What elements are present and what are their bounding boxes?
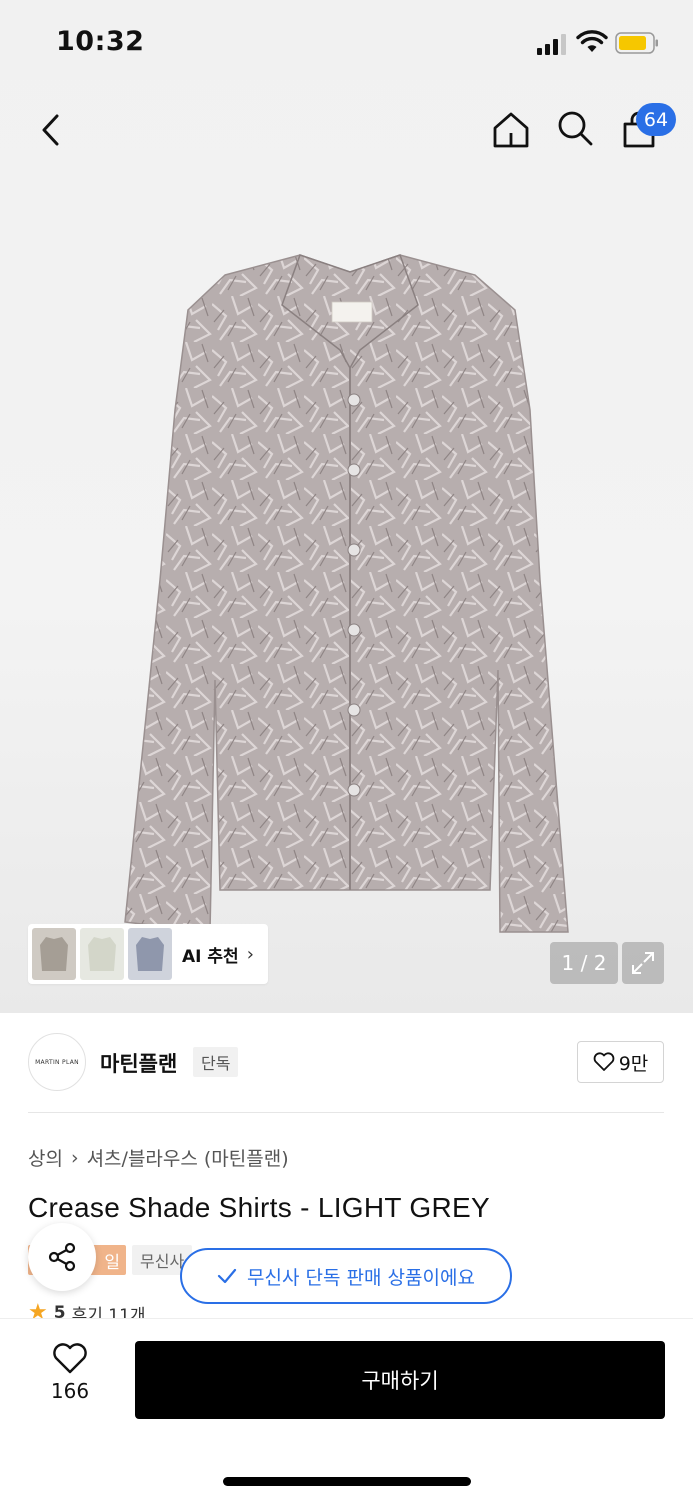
heart-icon bbox=[53, 1343, 87, 1374]
expand-button[interactable] bbox=[622, 942, 664, 984]
image-page-counter: 1 / 2 bbox=[550, 942, 618, 984]
chevron-left-icon bbox=[42, 114, 59, 146]
shirt-thumbnail-icon bbox=[136, 937, 164, 971]
search-button[interactable] bbox=[550, 103, 600, 153]
brand-logo-text: MARTIN PLAN bbox=[35, 1058, 79, 1066]
exclusive-tag: 단독 bbox=[193, 1047, 239, 1077]
shirt-thumbnail-icon bbox=[40, 937, 68, 971]
signal-icon bbox=[537, 34, 566, 55]
wifi-icon bbox=[576, 30, 608, 52]
brand-row: MARTIN PLAN 마틴플랜 단독 9만 bbox=[28, 1033, 664, 1091]
bottom-action-bar: 166 구매하기 bbox=[0, 1318, 693, 1500]
recommend-thumbnail[interactable] bbox=[32, 928, 76, 980]
cart-count-badge: 64 bbox=[636, 103, 676, 136]
brand-like-count: 9만 bbox=[618, 1052, 649, 1075]
brand-like-button[interactable]: 9만 bbox=[577, 1041, 664, 1083]
wishlist-button[interactable]: 166 bbox=[30, 1343, 110, 1413]
chevron-right-icon: › bbox=[70, 1146, 79, 1169]
product-hero: 10:32 64 AI 추천 › 1 / 2 bbox=[0, 0, 693, 1013]
shirt-thumbnail-icon bbox=[88, 937, 116, 971]
exclusive-toast: 무신사 단독 판매 상품이에요 bbox=[180, 1248, 512, 1304]
home-indicator bbox=[223, 1477, 471, 1486]
recommend-thumbnail[interactable] bbox=[128, 928, 172, 980]
check-icon bbox=[217, 1268, 237, 1284]
breadcrumb: 상의 › 셔츠/블라우스 (마틴플랜) bbox=[28, 1144, 289, 1171]
share-button[interactable] bbox=[28, 1223, 96, 1291]
brand-logo[interactable]: MARTIN PLAN bbox=[28, 1033, 86, 1091]
chevron-right-icon: › bbox=[246, 943, 254, 965]
product-image[interactable] bbox=[120, 250, 580, 940]
wishlist-count: 166 bbox=[50, 1379, 90, 1403]
brand-name[interactable]: 마틴플랜 bbox=[100, 1048, 177, 1078]
ai-recommend-label: AI 추천 bbox=[182, 946, 239, 967]
share-icon bbox=[48, 1242, 76, 1272]
recommend-thumbnail[interactable] bbox=[80, 928, 124, 980]
back-button[interactable] bbox=[26, 105, 76, 155]
heart-icon bbox=[593, 1052, 615, 1071]
home-button[interactable] bbox=[486, 105, 536, 155]
product-title: Crease Shade Shirts - LIGHT GREY bbox=[28, 1192, 490, 1223]
status-time: 10:32 bbox=[56, 26, 145, 57]
buy-button[interactable]: 구매하기 bbox=[135, 1341, 665, 1419]
battery-icon bbox=[615, 32, 658, 54]
breadcrumb-category[interactable]: 상의 bbox=[28, 1144, 63, 1171]
home-icon bbox=[493, 112, 529, 148]
ai-recommend-panel[interactable]: AI 추천 › bbox=[28, 924, 268, 984]
status-bar: 10:32 bbox=[0, 0, 693, 90]
toast-message: 무신사 단독 판매 상품이에요 bbox=[247, 1266, 475, 1289]
divider bbox=[28, 1112, 664, 1113]
search-icon bbox=[558, 111, 593, 146]
expand-icon bbox=[632, 952, 654, 974]
breadcrumb-subcategory[interactable]: 셔츠/블라우스 (마틴플랜) bbox=[87, 1144, 289, 1171]
top-nav bbox=[0, 95, 693, 167]
